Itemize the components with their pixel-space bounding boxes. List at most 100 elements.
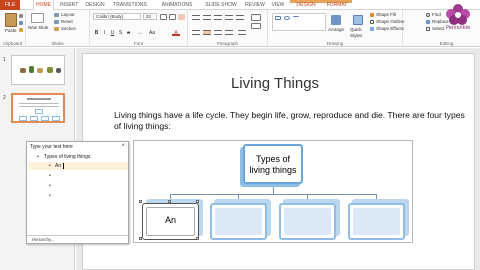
reset-button[interactable]: Reset: [61, 19, 73, 25]
text-pane-item[interactable]: An: [55, 163, 61, 169]
slide-thumbnail-2[interactable]: [11, 93, 65, 123]
shape-effects-button[interactable]: Shape Effects: [376, 26, 404, 32]
replace-icon[interactable]: [426, 20, 430, 24]
resize-handle[interactable]: [168, 200, 171, 203]
grow-font-icon[interactable]: [160, 14, 167, 20]
slide-body-text[interactable]: Living things have a life cycle. They be…: [114, 110, 474, 131]
drawing-group: Arrange Quick Styles Shape Fill Shape Ou…: [268, 10, 405, 47]
line-spacing-icon[interactable]: [236, 15, 244, 20]
paste-icon[interactable]: [5, 13, 17, 27]
shrink-font-icon[interactable]: [169, 14, 176, 20]
quick-styles-icon[interactable]: [353, 15, 363, 25]
arrange-icon[interactable]: [331, 15, 341, 25]
tab-home[interactable]: HOME: [33, 0, 54, 10]
ribbon-tab-bar: FILE HOME INSERT DESIGN TRANSITIONS ANIM…: [0, 0, 480, 10]
copy-icon[interactable]: [19, 21, 23, 25]
text-pane-root-item[interactable]: Types of living things: [44, 154, 90, 160]
slide-title[interactable]: Living Things: [150, 75, 400, 92]
bullets-icon[interactable]: [192, 15, 200, 20]
close-icon[interactable]: ×: [121, 143, 125, 149]
connector-line: [170, 194, 376, 195]
oval-shape-icon[interactable]: [284, 16, 290, 20]
clear-formatting-icon[interactable]: [178, 14, 185, 20]
font-group: Calibri (Body) 32 B I U S a ↔ Aa A Font: [90, 10, 188, 47]
rectangle-shape-icon[interactable]: [275, 16, 281, 20]
text-pane-footer-link[interactable]: Hierarchy...: [27, 235, 128, 243]
tab-animations[interactable]: ANIMATIONS: [158, 0, 196, 10]
cut-icon[interactable]: [19, 14, 23, 18]
quick-styles-button[interactable]: Quick Styles: [350, 27, 368, 39]
align-left-icon[interactable]: [192, 30, 200, 35]
tab-transitions[interactable]: TRANSITIONS: [110, 0, 150, 10]
tab-slide-show[interactable]: SLIDE SHOW: [202, 0, 240, 10]
section-icon[interactable]: [54, 27, 59, 31]
reset-icon[interactable]: [54, 20, 59, 24]
tab-format[interactable]: FORMAT: [324, 0, 350, 10]
columns-icon[interactable]: [238, 30, 246, 35]
smartart-child-shape[interactable]: [279, 203, 336, 240]
paste-button[interactable]: Paste: [5, 28, 17, 34]
tab-review[interactable]: REVIEW: [244, 0, 266, 10]
underline-icon[interactable]: U: [110, 30, 115, 36]
thumbnail-number: 1: [3, 57, 6, 63]
arrange-button[interactable]: Arrange: [328, 27, 344, 33]
shape-outline-icon[interactable]: [370, 20, 374, 24]
slide-thumbnail-1[interactable]: [11, 55, 65, 85]
resize-handle[interactable]: [139, 237, 142, 240]
bold-icon[interactable]: B: [94, 30, 99, 36]
increase-indent-icon[interactable]: [225, 15, 233, 20]
shape-fill-icon[interactable]: [370, 13, 374, 17]
tab-view[interactable]: VIEW: [270, 0, 286, 10]
new-slide-icon[interactable]: [31, 13, 44, 23]
bullet-icon: •: [49, 193, 51, 199]
shape-fill-button[interactable]: Shape Fill: [376, 12, 396, 18]
new-slide-button[interactable]: New Slide: [28, 25, 50, 31]
shape-outline-button[interactable]: Shape Outline: [376, 19, 405, 25]
align-center-icon[interactable]: [203, 30, 211, 35]
format-painter-icon[interactable]: [19, 28, 23, 32]
shadow-icon[interactable]: S: [118, 30, 123, 36]
tab-file[interactable]: FILE: [0, 0, 20, 10]
paragraph-group: Paragraph: [188, 10, 268, 47]
shape-effects-icon[interactable]: [370, 27, 374, 31]
find-icon[interactable]: [426, 13, 430, 17]
child-shape-label: An: [164, 215, 176, 225]
font-size-select[interactable]: 32: [143, 13, 157, 20]
smartart-text-pane: Type your text here × ▪ Types of living …: [26, 141, 129, 244]
tab-smartart-design[interactable]: DESIGN: [294, 0, 318, 10]
justify-icon[interactable]: [225, 30, 233, 35]
bullet-icon: •: [49, 173, 51, 179]
layout-icon[interactable]: [54, 13, 59, 17]
decrease-indent-icon[interactable]: [214, 15, 222, 20]
text-direction-icon[interactable]: [251, 14, 261, 21]
tab-design[interactable]: DESIGN: [84, 0, 106, 10]
align-right-icon[interactable]: [214, 30, 222, 35]
select-icon[interactable]: [426, 27, 430, 31]
connector-line: [273, 186, 274, 194]
font-color-icon[interactable]: A: [172, 30, 180, 36]
line-shape-icon[interactable]: [293, 16, 299, 20]
numbering-icon[interactable]: [203, 15, 211, 20]
character-spacing-icon[interactable]: ↔: [136, 30, 144, 36]
resize-handle[interactable]: [139, 200, 142, 203]
resize-handle[interactable]: [196, 200, 199, 203]
section-button[interactable]: Section: [61, 26, 76, 32]
smartart-root-shape[interactable]: Types of living things: [243, 144, 303, 184]
font-name-select[interactable]: Calibri (Body): [93, 13, 141, 20]
resize-handle[interactable]: [196, 237, 199, 240]
align-text-icon[interactable]: [251, 23, 261, 29]
italic-icon[interactable]: I: [102, 30, 107, 36]
ribbon: Paste Clipboard New Slide Layout Reset S…: [0, 10, 480, 47]
layout-button[interactable]: Layout: [61, 12, 75, 18]
bullet-icon: •: [49, 183, 51, 189]
change-case-icon[interactable]: Aa: [148, 30, 156, 36]
strikethrough-icon[interactable]: a: [126, 30, 131, 36]
smartart-child-shape[interactable]: An: [142, 203, 199, 240]
tab-insert[interactable]: INSERT: [60, 0, 78, 10]
drawing-group-label: Drawing: [326, 41, 344, 46]
text-pane-active-row: [29, 162, 128, 170]
slides-group: New Slide Layout Reset Section Slides: [26, 10, 90, 47]
smartart-child-shape[interactable]: [210, 203, 267, 240]
clipboard-group: Paste Clipboard: [0, 10, 26, 47]
smartart-child-shape[interactable]: [348, 203, 405, 240]
